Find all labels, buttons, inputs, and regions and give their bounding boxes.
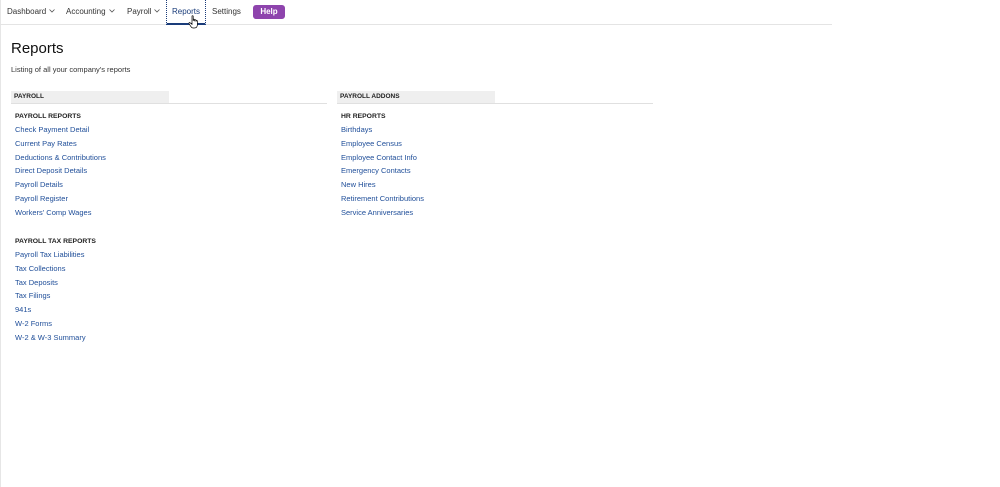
chevron-down-icon: [49, 9, 55, 13]
nav-reports[interactable]: Reports: [166, 0, 206, 25]
section-divider: [337, 103, 653, 104]
section-payroll: PAYROLL PAYROLL REPORTS Check Payment De…: [11, 91, 327, 342]
section-header: PAYROLL: [11, 91, 169, 103]
report-link-direct-deposit-details[interactable]: Direct Deposit Details: [15, 164, 106, 178]
report-link-w2-forms[interactable]: W-2 Forms: [15, 317, 96, 331]
report-link-retirement-contributions[interactable]: Retirement Contributions: [341, 192, 424, 206]
nav-accounting-label: Accounting: [66, 7, 106, 16]
top-navigation: Dashboard Accounting Payroll Reports Set…: [0, 0, 832, 29]
group-title: PAYROLL REPORTS: [15, 113, 81, 120]
help-button[interactable]: Help: [253, 5, 285, 19]
report-link-emergency-contacts[interactable]: Emergency Contacts: [341, 164, 424, 178]
report-link-w2-w3-summary[interactable]: W-2 & W-3 Summary: [15, 331, 96, 345]
report-link-tax-filings[interactable]: Tax Filings: [15, 289, 96, 303]
report-link-current-pay-rates[interactable]: Current Pay Rates: [15, 137, 106, 151]
group-payroll-reports: PAYROLL REPORTS Check Payment Detail Cur…: [15, 111, 106, 220]
report-link-payroll-details[interactable]: Payroll Details: [15, 178, 106, 192]
nav-dashboard-label: Dashboard: [7, 7, 47, 16]
nav-accounting[interactable]: Accounting: [66, 0, 115, 24]
chevron-down-icon: [108, 9, 115, 13]
report-link-tax-deposits[interactable]: Tax Deposits: [15, 276, 96, 290]
report-link-payroll-tax-liabilities[interactable]: Payroll Tax Liabilities: [15, 248, 96, 262]
report-link-birthdays[interactable]: Birthdays: [341, 123, 424, 137]
group-title: HR REPORTS: [341, 113, 386, 120]
hand-cursor-icon: [188, 15, 200, 29]
report-link-service-anniversaries[interactable]: Service Anniversaries: [341, 206, 424, 220]
section-header: PAYROLL ADDONS: [337, 91, 495, 103]
group-title: PAYROLL TAX REPORTS: [15, 238, 96, 245]
report-link-check-payment-detail[interactable]: Check Payment Detail: [15, 123, 106, 137]
page-title: Reports: [11, 40, 64, 57]
report-link-new-hires[interactable]: New Hires: [341, 178, 424, 192]
group-payroll-tax-reports: PAYROLL TAX REPORTS Payroll Tax Liabilit…: [15, 236, 96, 345]
nav-dashboard[interactable]: Dashboard: [7, 0, 55, 24]
report-link-tax-collections[interactable]: Tax Collections: [15, 262, 96, 276]
nav-payroll-label: Payroll: [127, 7, 152, 16]
nav-settings-label: Settings: [212, 7, 241, 16]
section-divider: [11, 103, 327, 104]
report-link-deductions-contributions[interactable]: Deductions & Contributions: [15, 151, 106, 165]
report-link-payroll-register[interactable]: Payroll Register: [15, 192, 106, 206]
report-link-941s[interactable]: 941s: [15, 303, 96, 317]
page-subtitle: Listing of all your company's reports: [11, 65, 131, 74]
chevron-down-icon: [154, 9, 161, 13]
report-link-employee-census[interactable]: Employee Census: [341, 137, 424, 151]
report-link-workers-comp-wages[interactable]: Workers' Comp Wages: [15, 206, 106, 220]
group-hr-reports: HR REPORTS Birthdays Employee Census Emp…: [341, 111, 424, 220]
report-link-employee-contact-info[interactable]: Employee Contact Info: [341, 151, 424, 165]
section-payroll-addons: PAYROLL ADDONS HR REPORTS Birthdays Empl…: [337, 91, 653, 217]
nav-payroll[interactable]: Payroll: [127, 0, 161, 24]
page-frame: [0, 0, 1000, 487]
nav-settings[interactable]: Settings: [212, 0, 241, 24]
